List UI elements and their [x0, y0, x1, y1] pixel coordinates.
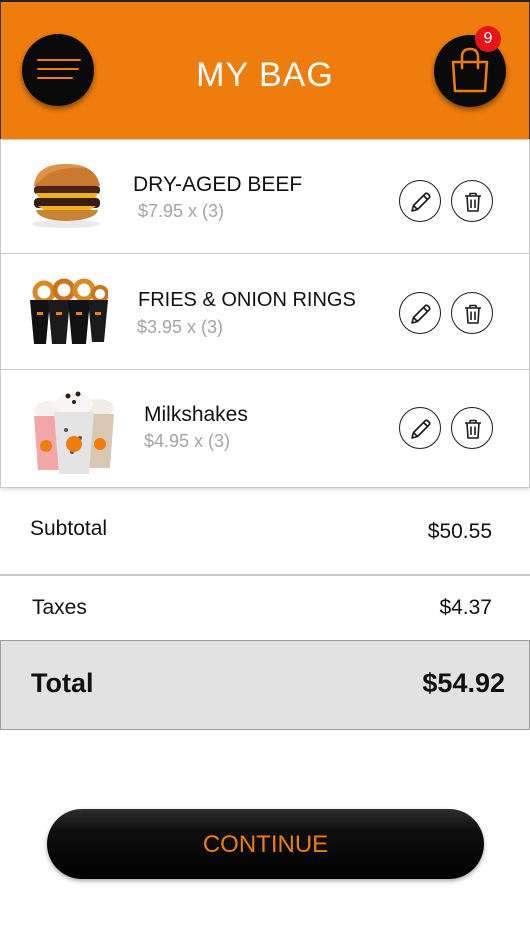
delete-button[interactable]: [451, 180, 493, 222]
total-row: Total $54.92: [0, 640, 530, 730]
trash-icon: [465, 304, 481, 324]
pencil-icon: [411, 419, 431, 439]
continue-button[interactable]: CONTINUE: [47, 809, 484, 879]
delete-button[interactable]: [451, 407, 493, 449]
pencil-icon: [411, 192, 431, 212]
divider: [0, 574, 530, 576]
fries-onion-rings-image: [30, 278, 108, 344]
total-label: Total: [31, 668, 94, 698]
item-price: $7.95 x (3): [138, 201, 225, 221]
subtotal-value: $50.55: [427, 520, 492, 543]
edit-button[interactable]: [399, 180, 441, 222]
burger-image: [32, 164, 100, 228]
continue-label: CONTINUE: [202, 831, 329, 858]
total-value: $54.92: [422, 668, 505, 698]
shopping-bag-icon: [451, 47, 489, 93]
cart-count-badge: 9: [475, 26, 501, 52]
item-price: $4.95 x (3): [144, 431, 231, 451]
edit-button[interactable]: [399, 407, 441, 449]
pencil-icon: [411, 304, 431, 324]
milkshakes-image: [34, 391, 114, 474]
subtotal-label: Subtotal: [30, 517, 108, 540]
edit-button[interactable]: [399, 292, 441, 334]
taxes-value: $4.37: [439, 596, 492, 619]
item-price: $3.95 x (3): [137, 317, 224, 337]
item-name: DRY-AGED BEEF: [133, 173, 303, 196]
delete-button[interactable]: [451, 292, 493, 334]
trash-icon: [465, 192, 481, 212]
item-name: Milkshakes: [144, 403, 248, 426]
item-name: FRIES & ONION RINGS: [138, 289, 356, 311]
trash-icon: [465, 419, 481, 439]
taxes-label: Taxes: [32, 596, 87, 619]
